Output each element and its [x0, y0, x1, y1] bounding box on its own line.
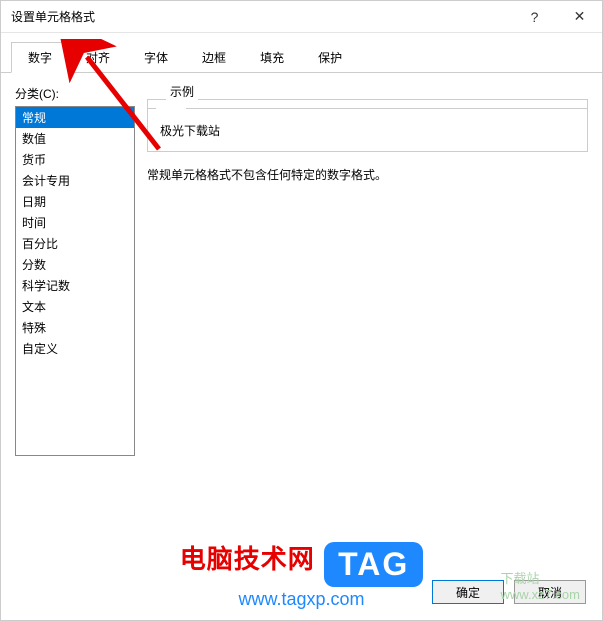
detail-column: 示例 极光下载站 常规单元格格式不包含任何特定的数字格式。	[147, 85, 588, 561]
category-item-fraction[interactable]: 分数	[16, 254, 134, 275]
category-item-number[interactable]: 数值	[16, 128, 134, 149]
tab-protection[interactable]: 保护	[301, 42, 359, 73]
category-item-currency[interactable]: 货币	[16, 149, 134, 170]
tab-alignment[interactable]: 对齐	[69, 42, 127, 73]
tab-font[interactable]: 字体	[127, 42, 185, 73]
help-button[interactable]: ?	[512, 1, 557, 33]
tab-fill[interactable]: 填充	[243, 42, 301, 73]
category-item-general[interactable]: 常规	[16, 107, 134, 128]
content-area: 分类(C): 常规 数值 货币 会计专用 日期 时间 百分比 分数 科学记数 文…	[1, 73, 602, 573]
category-item-accounting[interactable]: 会计专用	[16, 170, 134, 191]
category-item-time[interactable]: 时间	[16, 212, 134, 233]
category-item-text[interactable]: 文本	[16, 296, 134, 317]
titlebar: 设置单元格格式 ? ✕	[1, 1, 602, 33]
close-button[interactable]: ✕	[557, 1, 602, 33]
sample-box: 示例 极光下载站	[147, 91, 588, 152]
tab-border[interactable]: 边框	[185, 42, 243, 73]
sample-value: 极光下载站	[160, 122, 575, 139]
dialog-footer: 确定 取消	[432, 580, 586, 604]
format-description: 常规单元格格式不包含任何特定的数字格式。	[147, 166, 588, 183]
category-list[interactable]: 常规 数值 货币 会计专用 日期 时间 百分比 分数 科学记数 文本 特殊 自定…	[15, 106, 135, 456]
tab-strip: 数字 对齐 字体 边框 填充 保护	[1, 33, 602, 73]
category-item-special[interactable]: 特殊	[16, 317, 134, 338]
ok-button[interactable]: 确定	[432, 580, 504, 604]
category-item-percentage[interactable]: 百分比	[16, 233, 134, 254]
category-label: 分类(C):	[15, 85, 135, 102]
tab-number[interactable]: 数字	[11, 42, 69, 73]
cancel-button[interactable]: 取消	[514, 580, 586, 604]
sample-label: 示例	[166, 83, 198, 100]
window-title: 设置单元格格式	[11, 8, 512, 25]
category-column: 分类(C): 常规 数值 货币 会计专用 日期 时间 百分比 分数 科学记数 文…	[15, 85, 135, 561]
category-item-scientific[interactable]: 科学记数	[16, 275, 134, 296]
category-item-date[interactable]: 日期	[16, 191, 134, 212]
category-item-custom[interactable]: 自定义	[16, 338, 134, 359]
